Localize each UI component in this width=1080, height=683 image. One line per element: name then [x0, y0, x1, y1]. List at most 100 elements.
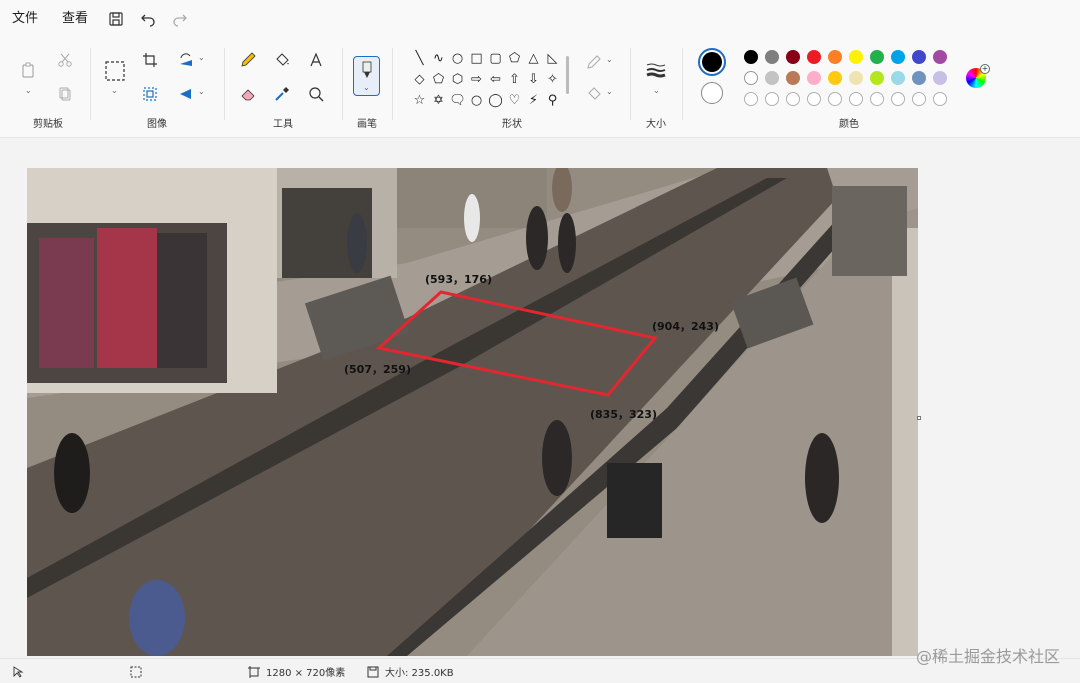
- undo-icon[interactable]: [132, 0, 164, 38]
- custom-color-slot[interactable]: [912, 92, 926, 106]
- color-swatch[interactable]: [828, 50, 842, 64]
- shape-option-17[interactable]: ✡: [429, 92, 448, 110]
- shape-option-8[interactable]: ◇: [410, 71, 429, 89]
- chevron-down-icon[interactable]: ⌄: [198, 87, 205, 96]
- shape-option-0[interactable]: ╲: [410, 50, 429, 68]
- ribbon: ⌄ 剪贴板 ⌄ ⌄ ⌄ 图像 工具 ⌄ 画笔 形状 ╲ ∿ ○ □ ▢ ⬠ △ …: [0, 38, 1080, 138]
- size-icon[interactable]: [644, 58, 668, 82]
- divider: [224, 48, 225, 120]
- text-icon[interactable]: [304, 48, 328, 72]
- shape-option-20[interactable]: ◯: [486, 92, 505, 110]
- paste-icon[interactable]: [16, 58, 40, 82]
- shape-option-23[interactable]: ⚲: [543, 92, 562, 110]
- shape-option-2[interactable]: ○: [448, 50, 467, 68]
- crop-icon[interactable]: [138, 48, 162, 72]
- color-swatch[interactable]: [891, 50, 905, 64]
- color-swatch[interactable]: [807, 71, 821, 85]
- redo-icon[interactable]: [164, 0, 196, 38]
- chevron-down-icon[interactable]: ⌄: [653, 86, 660, 95]
- outline-icon[interactable]: [582, 50, 606, 74]
- color-swatch[interactable]: [912, 50, 926, 64]
- custom-color-slot[interactable]: [870, 92, 884, 106]
- divider: [682, 48, 683, 120]
- coord-label-top-left: (593，176): [425, 273, 492, 286]
- custom-color-slot[interactable]: [891, 92, 905, 106]
- color-swatch[interactable]: [828, 71, 842, 85]
- color-swatch[interactable]: [891, 71, 905, 85]
- chevron-down-icon[interactable]: ⌄: [606, 55, 613, 64]
- color-swatch[interactable]: [933, 50, 947, 64]
- resize-handle[interactable]: [917, 416, 921, 420]
- menu-view[interactable]: 查看: [50, 0, 100, 38]
- magnifier-icon[interactable]: [304, 82, 328, 106]
- shape-option-16[interactable]: ☆: [410, 92, 429, 110]
- brush-button[interactable]: ⌄: [353, 56, 380, 96]
- custom-color-slot[interactable]: [744, 92, 758, 106]
- color-swatch[interactable]: [786, 50, 800, 64]
- size-group: ⌄ 大小: [632, 38, 680, 138]
- chevron-down-icon[interactable]: ⌄: [25, 86, 32, 95]
- shape-option-13[interactable]: ⇧: [505, 71, 524, 89]
- cut-icon[interactable]: [53, 48, 77, 72]
- tools-group: 工具: [226, 38, 340, 138]
- color-swatch[interactable]: [912, 71, 926, 85]
- file-size-text: 大小: 235.0KB: [385, 668, 454, 679]
- resize-icon[interactable]: [138, 82, 162, 106]
- fill-icon[interactable]: [270, 48, 294, 72]
- save-icon[interactable]: [100, 0, 132, 38]
- shape-option-22[interactable]: ⚡: [524, 92, 543, 110]
- color-swatch[interactable]: [765, 71, 779, 85]
- shape-option-9[interactable]: ⬠: [429, 71, 448, 89]
- custom-color-slot[interactable]: [849, 92, 863, 106]
- shape-option-21[interactable]: ♡: [505, 92, 524, 110]
- flip-icon[interactable]: [174, 82, 198, 106]
- menu-file[interactable]: 文件: [0, 0, 50, 38]
- secondary-color-button[interactable]: [701, 82, 723, 104]
- color-swatch[interactable]: [870, 50, 884, 64]
- shape-option-10[interactable]: ⬡: [448, 71, 467, 89]
- chevron-down-icon[interactable]: ⌄: [198, 53, 205, 62]
- color-swatch[interactable]: [765, 50, 779, 64]
- eraser-icon[interactable]: [236, 82, 260, 106]
- chevron-down-icon[interactable]: ⌄: [111, 86, 118, 95]
- color-picker-icon[interactable]: [270, 82, 294, 106]
- color-swatch[interactable]: [807, 50, 821, 64]
- color-swatch[interactable]: [786, 71, 800, 85]
- color-swatch[interactable]: [933, 71, 947, 85]
- shape-gallery-scrollbar[interactable]: [566, 56, 569, 94]
- shape-option-4[interactable]: ▢: [486, 50, 505, 68]
- clipboard-label: 剪贴板: [33, 119, 63, 130]
- color-swatch[interactable]: [744, 71, 758, 85]
- color-swatch[interactable]: [849, 71, 863, 85]
- color-swatch[interactable]: [870, 71, 884, 85]
- color-swatch[interactable]: [744, 50, 758, 64]
- custom-color-slot[interactable]: [828, 92, 842, 106]
- copy-icon[interactable]: [53, 82, 77, 106]
- primary-color-button[interactable]: [698, 48, 726, 76]
- canvas-image[interactable]: [27, 168, 918, 656]
- select-icon[interactable]: [102, 58, 128, 84]
- shape-option-12[interactable]: ⇦: [486, 71, 505, 89]
- shape-option-3[interactable]: □: [467, 50, 486, 68]
- custom-color-slot[interactable]: [786, 92, 800, 106]
- edit-colors-icon[interactable]: +: [966, 64, 990, 88]
- shape-option-18[interactable]: 🗨: [448, 92, 467, 110]
- shape-fill-icon[interactable]: [582, 82, 606, 106]
- coord-label-bottom-right: (835，323): [590, 408, 657, 421]
- rotate-icon[interactable]: [174, 48, 198, 72]
- chevron-down-icon[interactable]: ⌄: [606, 87, 613, 96]
- custom-color-slot[interactable]: [933, 92, 947, 106]
- shape-option-14[interactable]: ⇩: [524, 71, 543, 89]
- shape-option-15[interactable]: ✧: [543, 71, 562, 89]
- pencil-icon[interactable]: [236, 48, 260, 72]
- color-swatch[interactable]: [849, 50, 863, 64]
- chevron-down-icon: ⌄: [363, 83, 370, 92]
- custom-color-slot[interactable]: [807, 92, 821, 106]
- custom-color-slot[interactable]: [765, 92, 779, 106]
- shape-option-5[interactable]: ⬠: [505, 50, 524, 68]
- shape-option-7[interactable]: ◺: [543, 50, 562, 68]
- shape-option-11[interactable]: ⇨: [467, 71, 486, 89]
- shape-option-6[interactable]: △: [524, 50, 543, 68]
- shape-option-1[interactable]: ∿: [429, 50, 448, 68]
- shape-option-19[interactable]: ○: [467, 92, 486, 110]
